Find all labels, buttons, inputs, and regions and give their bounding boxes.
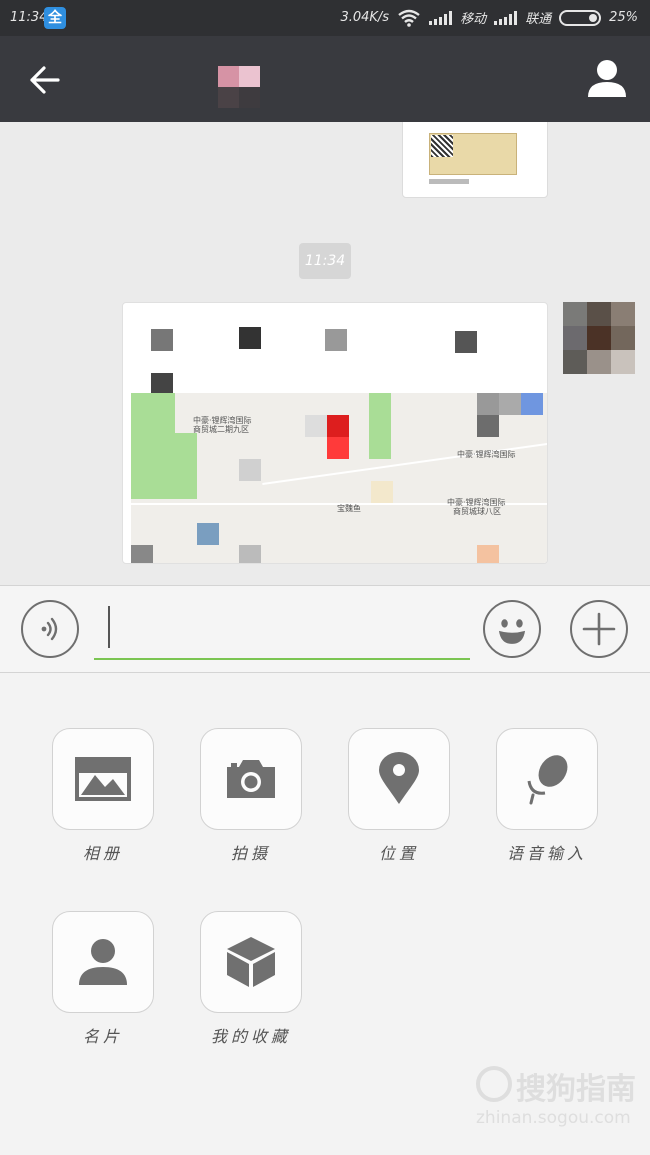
message-input[interactable] bbox=[94, 602, 470, 660]
battery-icon bbox=[559, 9, 602, 26]
person-card-icon bbox=[79, 939, 127, 985]
person-icon bbox=[588, 60, 626, 97]
back-arrow-icon bbox=[30, 66, 60, 94]
back-button[interactable] bbox=[22, 58, 66, 102]
business-card-button[interactable]: 名片 bbox=[52, 911, 154, 1051]
location-label: 位置 bbox=[378, 844, 419, 863]
avatar[interactable] bbox=[563, 302, 635, 374]
voice-icon bbox=[41, 617, 58, 641]
voice-input-button[interactable]: 语音输入 bbox=[496, 728, 598, 868]
status-right: 3.04K/s 移动 联通 25% bbox=[340, 8, 638, 27]
chat-message-list[interactable]: 11:34 中豪·锂辉湾国际 商贸城二期九区 中豪·锂辉湾国际 中豪·锂辉湾国际… bbox=[0, 122, 650, 585]
location-map: 中豪·锂辉湾国际 商贸城二期九区 中豪·锂辉湾国际 中豪·锂辉湾国际 商贸城球八… bbox=[131, 393, 547, 563]
smiley-icon bbox=[498, 619, 526, 644]
sogou-logo-icon bbox=[476, 1066, 512, 1102]
text-caret bbox=[108, 606, 110, 648]
app-badge-icon: 全 bbox=[44, 7, 66, 29]
voice-input-label: 语音输入 bbox=[506, 844, 587, 863]
status-bar: 11:34 全 3.04K/s 移动 联通 25% bbox=[0, 0, 650, 36]
map-label-3b: 商贸城球八区 bbox=[453, 507, 501, 516]
camera-icon bbox=[227, 760, 275, 798]
favorites-label: 我的收藏 bbox=[210, 1027, 291, 1046]
watermark-url: zhinan.sogou.com bbox=[476, 1108, 631, 1128]
carrier-1: 移动 bbox=[460, 12, 487, 27]
album-tile bbox=[52, 728, 154, 830]
watermark-title: 搜狗指南 bbox=[516, 1072, 636, 1107]
box-icon bbox=[227, 937, 275, 987]
camera-tile bbox=[200, 728, 302, 830]
shared-card-message[interactable] bbox=[402, 122, 548, 198]
map-label-1b: 商贸城二期九区 bbox=[193, 425, 249, 434]
location-pin-icon bbox=[379, 752, 419, 804]
status-time: 11:34 bbox=[10, 10, 48, 25]
favorites-tile bbox=[200, 911, 302, 1013]
camera-button[interactable]: 拍摄 bbox=[200, 728, 302, 868]
carrier-2: 联通 bbox=[525, 12, 552, 27]
network-speed: 3.04K/s bbox=[340, 10, 390, 25]
title-bar bbox=[0, 36, 650, 122]
plus-icon bbox=[582, 612, 616, 646]
camera-label: 拍摄 bbox=[230, 844, 271, 863]
map-label-2: 中豪·锂辉湾国际 bbox=[457, 450, 516, 459]
card-footer bbox=[429, 179, 469, 184]
wifi-icon bbox=[398, 9, 420, 27]
more-functions-panel: 相册 拍摄 位置 语音输入 名片 我的收藏 搜狗指南 zhinan.sogou.… bbox=[0, 673, 650, 1155]
contact-name-blurred bbox=[218, 66, 260, 108]
business-card-label: 名片 bbox=[82, 1027, 123, 1046]
signal-icon-2 bbox=[494, 10, 518, 25]
album-button[interactable]: 相册 bbox=[52, 728, 154, 868]
microphone-icon bbox=[527, 755, 568, 805]
image-icon bbox=[75, 757, 131, 801]
qr-code-icon bbox=[431, 135, 453, 157]
business-card-tile bbox=[52, 911, 154, 1013]
battery-level: 25% bbox=[609, 10, 638, 25]
voice-mode-button[interactable] bbox=[21, 600, 79, 658]
emoji-button[interactable] bbox=[483, 600, 541, 658]
chat-info-button[interactable] bbox=[584, 56, 630, 102]
location-message[interactable]: 中豪·锂辉湾国际 商贸城二期九区 中豪·锂辉湾国际 中豪·锂辉湾国际 商贸城球八… bbox=[122, 302, 548, 564]
message-timestamp: 11:34 bbox=[299, 243, 351, 279]
location-title-blurred bbox=[123, 303, 547, 393]
album-label: 相册 bbox=[82, 844, 123, 863]
favorites-button[interactable]: 我的收藏 bbox=[200, 911, 302, 1051]
location-button[interactable]: 位置 bbox=[348, 728, 450, 868]
more-functions-button[interactable] bbox=[570, 600, 628, 658]
voice-input-tile bbox=[496, 728, 598, 830]
message-input-bar bbox=[0, 585, 650, 673]
map-label-4: 宝魏鱼 bbox=[337, 504, 361, 513]
signal-icon bbox=[429, 10, 453, 25]
location-tile bbox=[348, 728, 450, 830]
